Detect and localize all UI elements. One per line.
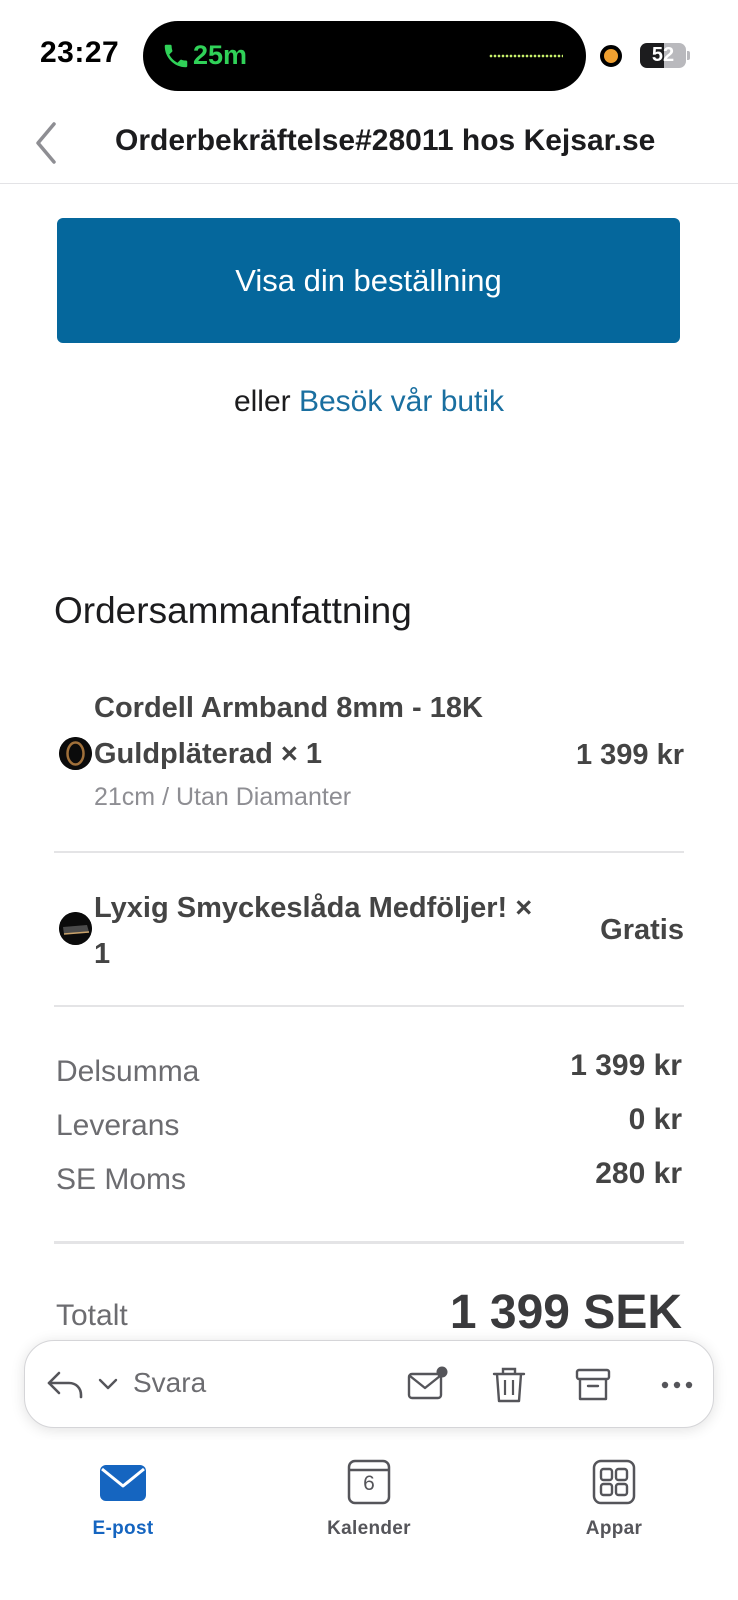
mark-unread-icon[interactable] [405,1363,449,1407]
item-price: 1 399 kr [575,739,684,771]
jewelry-box-thumbnail [59,912,92,945]
archive-icon[interactable] [571,1363,615,1407]
message-action-toolbar: Svara [24,1340,714,1428]
tab-calendar-label: Kalender [327,1518,411,1539]
subtotal-label: Delsumma [56,1055,200,1088]
divider [54,1005,684,1007]
or-text: eller [233,385,299,418]
divider [54,851,684,853]
order-summary-title: Ordersammanfattning [54,590,412,631]
shipping-value: 0 kr [628,1103,682,1136]
shipping-row: Leverans 0 kr [56,1103,682,1153]
dynamic-island-call[interactable]: 25m [143,21,586,91]
total-row: Totalt 1 399 SEK [56,1285,682,1335]
item-price: Gratis [600,914,684,946]
reply-button[interactable]: Svara [133,1367,206,1399]
divider [54,1241,684,1244]
tax-label: SE Moms [56,1163,187,1196]
reply-icon[interactable] [43,1363,87,1407]
status-time: 23:27 [40,36,120,69]
status-bar: 23:27 25m 52 [0,0,738,100]
mail-icon [100,1465,146,1501]
tab-calendar[interactable]: 6 Kalender [289,1458,449,1558]
more-options-icon[interactable] [655,1363,699,1407]
battery-icon: 52 [640,43,686,68]
audio-waveform-icon [489,54,563,58]
shipping-label: Leverans [56,1109,180,1142]
tab-email[interactable]: E-post [43,1458,203,1558]
item-name: Cordell Armband 8mm - 18K Guldpläterad ×… [94,692,483,770]
bottom-tab-bar: E-post 6 Kalender Appar [0,1440,738,1600]
apps-grid-icon [592,1459,636,1505]
order-item: Cordell Armband 8mm - 18K Guldpläterad ×… [54,685,684,855]
bracelet-thumbnail [59,737,92,770]
tax-row: SE Moms 280 kr [56,1157,682,1207]
tab-apps[interactable]: Appar [534,1458,694,1558]
calendar-date: 6 [363,1472,375,1495]
order-item: Lyxig Smyckeslåda Medföljer! × 1 Gratis [54,885,684,1010]
item-name: Lyxig Smyckeslåda Medföljer! × 1 [94,892,533,970]
store-link-line: eller Besök vår butik [0,385,738,419]
battery-tip-icon [687,51,690,60]
chevron-down-icon[interactable] [95,1371,121,1397]
phone-icon [164,44,188,68]
view-order-button[interactable]: Visa din beställning [57,218,680,343]
subtotal-value: 1 399 kr [570,1049,682,1082]
tax-value: 280 kr [595,1157,682,1190]
subtotal-row: Delsumma 1 399 kr [56,1049,682,1099]
recording-indicator-icon [600,45,622,67]
visit-store-link[interactable]: Besök vår butik [299,385,504,418]
item-variant: 21cm / Utan Diamanter [94,783,352,811]
total-value: 1 399 SEK [449,1286,682,1335]
call-duration: 25m [193,40,248,70]
battery-level: 52 [651,44,675,66]
trash-icon[interactable] [487,1363,531,1407]
email-reader-screen: 23:27 25m 52 Orderbekräftelse#28011 hos … [0,0,738,1600]
message-header: Orderbekräftelse#28011 hos Kejsar.se [0,100,738,184]
total-label: Totalt [56,1299,128,1332]
email-subject: Orderbekräftelse#28011 hos Kejsar.se [115,124,656,157]
email-body: Visa din beställning eller Besök vår but… [0,185,738,1335]
tab-email-label: E-post [92,1518,154,1539]
back-chevron-icon[interactable] [30,120,70,166]
tab-apps-label: Appar [585,1518,643,1539]
